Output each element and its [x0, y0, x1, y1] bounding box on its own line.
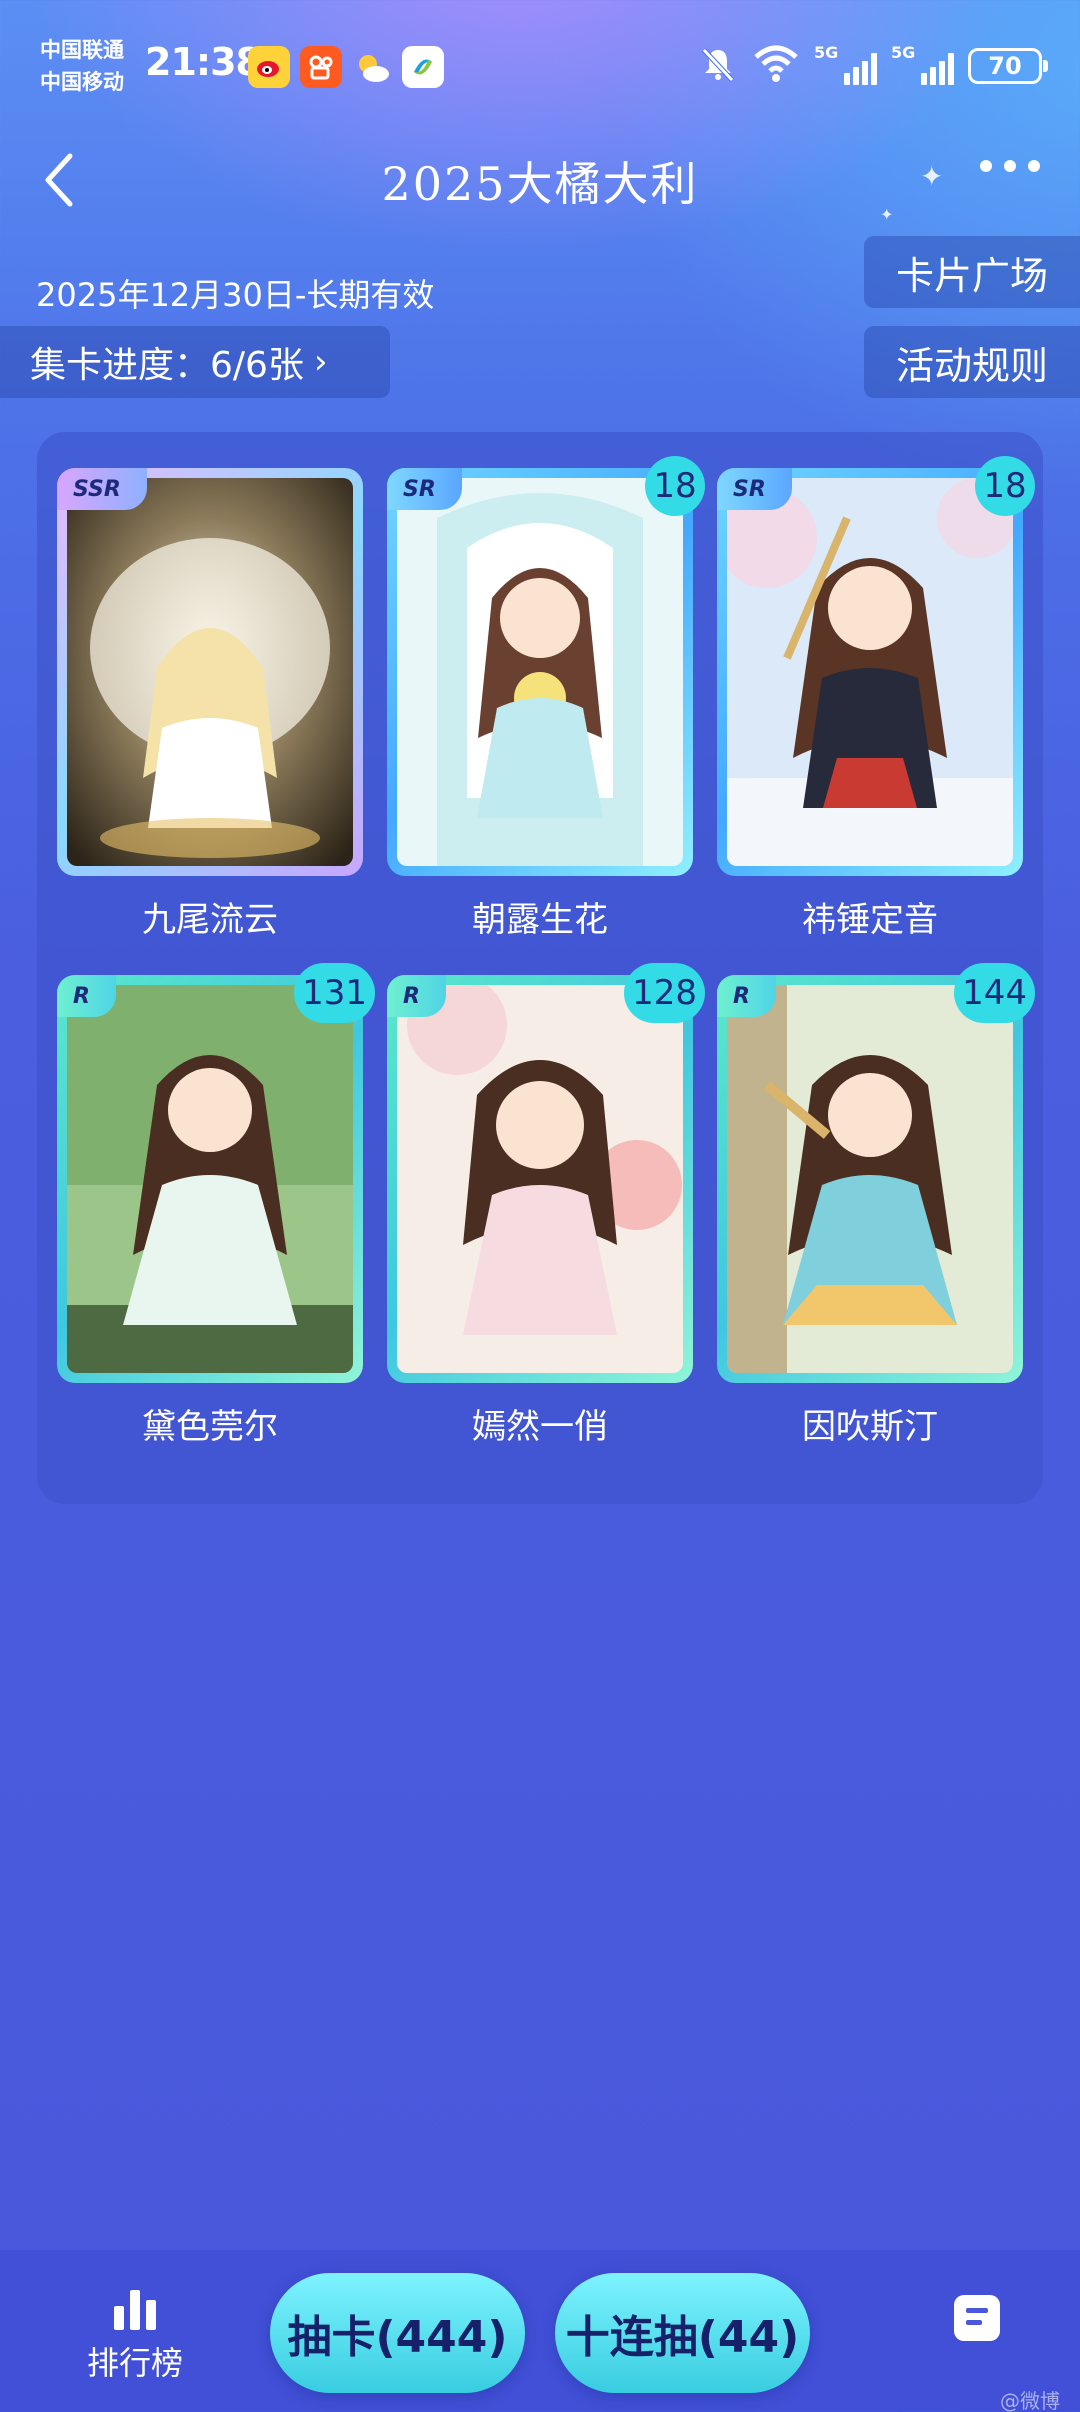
card-artwork [397, 985, 683, 1373]
kuaishou-icon [300, 46, 342, 88]
progress-label: 集卡进度：6/6张 [30, 345, 304, 386]
card-frame [717, 468, 1023, 876]
collection-progress-button[interactable]: 集卡进度：6/6张 › [0, 326, 390, 398]
card-name: 朝露生花 [472, 900, 608, 940]
watermark: @微博 [1000, 2389, 1060, 2412]
card-count-badge: 144 [954, 963, 1035, 1023]
card-count-badge: 18 [975, 456, 1035, 516]
mute-bell-icon [698, 44, 738, 88]
status-bar: 中国联通 中国移动 21:38 5G 5G 70 [0, 0, 1080, 130]
page-title: 2025大橘大利 [381, 157, 699, 211]
card-item[interactable]: SR 18 [717, 456, 1035, 876]
more-dots-icon [980, 160, 992, 172]
card-frame [717, 975, 1023, 1383]
network-type-2: 5G [891, 43, 916, 62]
rarity-badge: SR [387, 468, 462, 510]
card-frame [387, 975, 693, 1383]
signal-icon: 5G [891, 43, 954, 85]
card-name: 嫣然一俏 [472, 1407, 608, 1447]
card-frame [387, 468, 693, 876]
card-artwork [727, 985, 1013, 1373]
card-artwork [397, 478, 683, 866]
draw-card-button[interactable]: 抽卡(444) [270, 2273, 525, 2393]
signal-icon: 5G [814, 43, 877, 85]
china-mobile-icon [402, 46, 444, 88]
leaderboard-label: 排行榜 [86, 2344, 183, 2382]
card-name: 祎锤定音 [802, 900, 938, 940]
card-frame [57, 975, 363, 1383]
carrier-1: 中国联通 [40, 38, 124, 62]
wifi-icon [752, 45, 800, 87]
card-count-badge: 128 [624, 963, 705, 1023]
rarity-badge: SSR [57, 468, 147, 510]
weibo-icon [248, 46, 290, 88]
notes-icon[interactable] [954, 2295, 1000, 2341]
rarity-badge: R [717, 975, 776, 1017]
leaderboard-icon [70, 2290, 200, 2330]
leaderboard-button[interactable]: 排行榜 [70, 2290, 200, 2384]
carrier-2: 中国移动 [40, 70, 124, 94]
more-button[interactable] [980, 160, 1040, 172]
card-name: 九尾流云 [142, 900, 278, 940]
card-name: 黛色莞尔 [142, 1407, 278, 1447]
battery-icon: 70 [968, 48, 1048, 84]
card-artwork [67, 478, 353, 866]
card-collection-panel: SSR 九尾流云 SR 18 朝露生花 SR 18 祎锤定音 R 131 黛色莞… [37, 432, 1043, 1504]
weather-icon [352, 46, 394, 88]
card-item[interactable]: SSR [57, 468, 363, 876]
card-item[interactable]: SR 18 [387, 456, 705, 876]
activity-rules-button[interactable]: 活动规则 [864, 326, 1080, 398]
battery-level: 70 [988, 52, 1022, 80]
card-frame [57, 468, 363, 876]
more-dots-icon [1028, 160, 1040, 172]
rarity-badge: R [57, 975, 116, 1017]
validity-date: 2025年12月30日-长期有效 [36, 276, 435, 314]
status-time: 21:38 [145, 40, 262, 84]
card-artwork [67, 985, 353, 1373]
rarity-badge: R [387, 975, 446, 1017]
card-item[interactable]: R 128 [387, 963, 705, 1383]
card-name: 因吹斯汀 [802, 1407, 938, 1447]
card-item[interactable]: R 144 [717, 963, 1035, 1383]
card-count-badge: 131 [294, 963, 375, 1023]
card-artwork [727, 478, 1013, 866]
carrier-labels: 中国联通 中国移动 [40, 34, 124, 98]
rarity-badge: SR [717, 468, 792, 510]
ten-draw-button[interactable]: 十连抽(44) [555, 2273, 810, 2393]
more-dots-icon [1004, 160, 1016, 172]
card-count-badge: 18 [645, 456, 705, 516]
chevron-right-icon: › [313, 342, 328, 382]
network-type-1: 5G [814, 43, 839, 62]
card-plaza-button[interactable]: 卡片广场 [864, 236, 1080, 308]
card-item[interactable]: R 131 [57, 963, 375, 1383]
